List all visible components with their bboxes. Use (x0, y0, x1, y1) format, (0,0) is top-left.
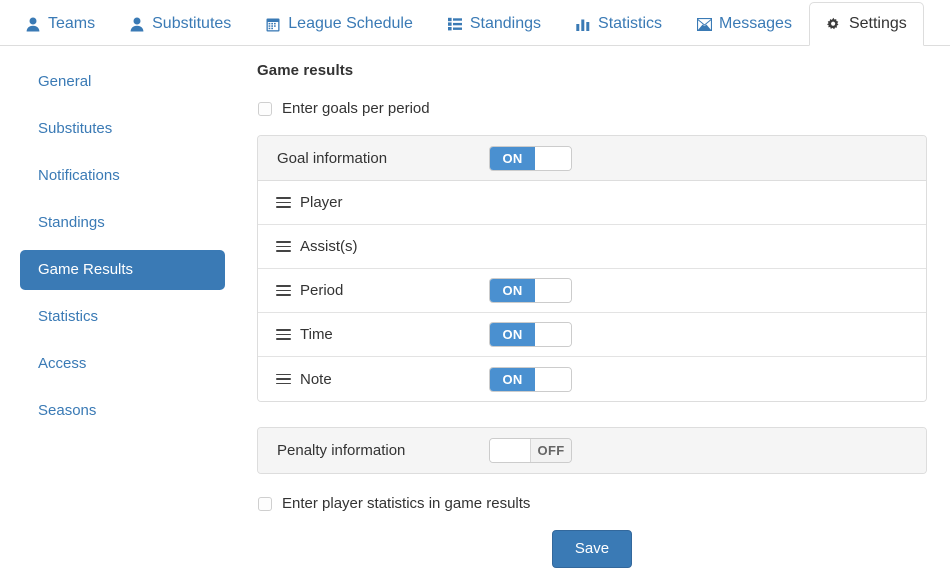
sidebar-item-label: Game Results (38, 261, 134, 278)
toggle-knob (535, 367, 571, 391)
sidebar-item-label: General (38, 73, 92, 90)
page-title: Game results (257, 62, 354, 79)
enter-player-statistics-label: Enter player statistics in game results (282, 495, 531, 512)
user-icon (129, 16, 145, 32)
goal-field-toggle-note[interactable]: ON (489, 366, 572, 392)
goal-field-row-assists: Assist(s) (258, 225, 926, 269)
goal-field-row-period: Period ON (258, 269, 926, 313)
sidebar-item-game-results[interactable]: Game Results (20, 250, 225, 290)
sidebar-item-label: Statistics (38, 308, 99, 325)
penalty-information-panel: Penalty information OFF (257, 427, 927, 474)
tab-label: League Schedule (288, 15, 413, 32)
penalty-information-header: Penalty information OFF (258, 428, 926, 473)
toggle-on-label: ON (490, 323, 535, 346)
goal-field-row-note: Note ON (258, 357, 926, 401)
main-tab-bar: Teams Substitutes League Schedule Standi… (0, 0, 950, 46)
sidebar-item-label: Notifications (38, 167, 120, 184)
tab-teams[interactable]: Teams (8, 2, 112, 46)
tab-messages[interactable]: Messages (679, 2, 809, 46)
toggle-knob (535, 323, 571, 346)
goal-information-panel: Goal information ON Player Assist(s) Per… (257, 135, 927, 402)
calendar-icon (265, 16, 281, 32)
sidebar-item-label: Seasons (38, 402, 97, 419)
goal-field-label-wrap: Time (276, 326, 489, 343)
goal-information-header: Goal information ON (258, 136, 926, 181)
save-button-wrap: Save (257, 530, 927, 568)
enter-goals-per-period-label: Enter goals per period (282, 100, 430, 117)
enter-goals-per-period-checkbox[interactable] (258, 102, 272, 116)
sidebar-item-label: Substitutes (38, 120, 113, 137)
toggle-knob (535, 146, 571, 170)
goal-field-label-wrap: Note (276, 371, 489, 388)
toggle-knob (490, 439, 531, 462)
sidebar-item-seasons[interactable]: Seasons (20, 391, 225, 431)
tab-label: Statistics (598, 15, 663, 32)
drag-handle-icon[interactable] (276, 197, 291, 209)
tab-label: Teams (48, 15, 96, 32)
goal-field-toggle-period[interactable]: ON (489, 278, 572, 303)
goal-information-title: Goal information (277, 149, 388, 167)
sidebar-item-label: Access (38, 355, 87, 372)
penalty-information-title: Penalty information (277, 442, 406, 459)
tab-league-schedule[interactable]: League Schedule (248, 2, 430, 46)
drag-handle-icon[interactable] (276, 241, 291, 253)
settings-sidebar: General Substitutes Notifications Standi… (20, 62, 225, 438)
toggle-on-label: ON (490, 279, 535, 302)
goal-field-label-wrap: Assist(s) (276, 238, 489, 255)
sidebar-item-substitutes[interactable]: Substitutes (20, 109, 225, 149)
toggle-on-label: ON (490, 146, 535, 170)
tab-statistics[interactable]: Statistics (558, 2, 679, 46)
goal-field-row-player: Player (258, 181, 926, 225)
tab-standings[interactable]: Standings (430, 2, 558, 46)
goal-field-label: Assist(s) (300, 238, 358, 255)
enter-player-statistics-row: Enter player statistics in game results (258, 496, 927, 512)
envelope-icon (696, 16, 712, 32)
toggle-off-label: OFF (531, 439, 571, 462)
goal-field-label: Player (300, 194, 343, 211)
settings-content: Game results Enter goals per period Goal… (257, 62, 927, 568)
gear-icon (826, 16, 842, 32)
list-icon (447, 16, 463, 32)
tab-label: Settings (848, 15, 907, 32)
tab-label: Standings (469, 15, 542, 32)
goal-field-label: Time (300, 326, 333, 343)
sidebar-item-label: Standings (38, 214, 105, 231)
tab-label: Messages (719, 15, 792, 32)
goal-field-label-wrap: Period (276, 282, 489, 299)
goal-field-row-time: Time ON (258, 313, 926, 357)
sidebar-item-statistics[interactable]: Statistics (20, 297, 225, 337)
sidebar-item-general[interactable]: General (20, 62, 225, 102)
sidebar-item-standings[interactable]: Standings (20, 203, 225, 243)
penalty-information-toggle[interactable]: OFF (489, 438, 572, 463)
goal-information-toggle[interactable]: ON (489, 145, 572, 171)
sidebar-item-notifications[interactable]: Notifications (20, 156, 225, 196)
user-icon (25, 16, 41, 32)
drag-handle-icon[interactable] (276, 329, 291, 341)
tab-label: Substitutes (152, 15, 232, 32)
goal-field-label-wrap: Player (276, 194, 489, 211)
tab-settings[interactable]: Settings (808, 2, 924, 46)
drag-handle-icon[interactable] (276, 285, 291, 297)
settings-page: Teams Substitutes League Schedule Standi… (0, 0, 950, 584)
toggle-knob (535, 279, 571, 302)
goal-field-label: Note (300, 370, 332, 388)
goal-field-label: Period (300, 282, 344, 299)
bar-chart-icon (575, 16, 591, 32)
save-button[interactable]: Save (551, 530, 633, 568)
goal-field-toggle-time[interactable]: ON (489, 322, 572, 347)
sidebar-item-access[interactable]: Access (20, 344, 225, 384)
enter-player-statistics-checkbox[interactable] (258, 497, 272, 511)
toggle-on-label: ON (490, 367, 535, 391)
tab-substitutes[interactable]: Substitutes (112, 2, 248, 46)
drag-handle-icon[interactable] (276, 373, 291, 385)
enter-goals-per-period-row: Enter goals per period (258, 101, 927, 117)
